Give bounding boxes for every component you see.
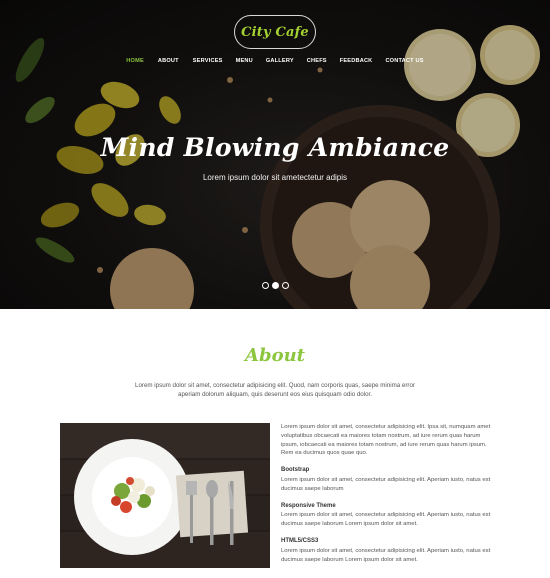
hero-slider: City Cafe HOME ABOUT SERVICES MENU GALLE…	[0, 0, 550, 309]
logo-text: City Cafe	[241, 24, 309, 40]
main-nav: HOME ABOUT SERVICES MENU GALLERY CHEFS F…	[0, 58, 550, 64]
nav-item-contact-us[interactable]: CONTACT US	[385, 58, 423, 64]
slider-dot-1[interactable]	[262, 282, 269, 289]
slider-dot-3[interactable]	[282, 282, 289, 289]
about-heading: About	[245, 345, 305, 366]
slider-dots	[262, 282, 289, 289]
feature-heading-bootstrap: Bootstrap	[281, 467, 310, 474]
nav-item-services[interactable]: SERVICES	[193, 58, 223, 64]
about-intro-text: Lorem ipsum dolor sit amet, consectetur …	[281, 424, 491, 457]
feature-text-bootstrap: Lorem ipsum dolor sit amet, consectetur …	[281, 476, 491, 492]
feature-text-responsive: Lorem ipsum dolor sit amet, consectetur …	[281, 512, 491, 528]
feature-text-html5-css3: Lorem ipsum dolor sit amet, consectetur …	[281, 547, 491, 563]
nav-item-about[interactable]: ABOUT	[158, 58, 179, 64]
nav-item-chefs[interactable]: CHEFS	[307, 58, 327, 64]
nav-item-home[interactable]: HOME	[126, 58, 144, 64]
about-image	[60, 423, 270, 568]
nav-item-menu[interactable]: MENU	[236, 58, 253, 64]
about-content: Lorem ipsum dolor sit amet, consectetur …	[281, 423, 496, 572]
feature-heading-responsive: Responsive Theme	[281, 502, 336, 509]
nav-item-feedback[interactable]: FEEDBACK	[340, 58, 373, 64]
feature-heading-html5-css3: HTML5/CSS3	[281, 537, 319, 544]
nav-item-gallery[interactable]: GALLERY	[266, 58, 294, 64]
about-lead-text: Lorem ipsum dolor sit amet, consectetur …	[135, 382, 415, 398]
hero-subtitle: Lorem ipsum dolor sit ametectetur adipis	[202, 173, 348, 182]
site-logo[interactable]: City Cafe	[234, 15, 316, 49]
slider-dot-2[interactable]	[272, 282, 279, 289]
hero-title: Mind Blowing Ambiance	[100, 133, 450, 162]
